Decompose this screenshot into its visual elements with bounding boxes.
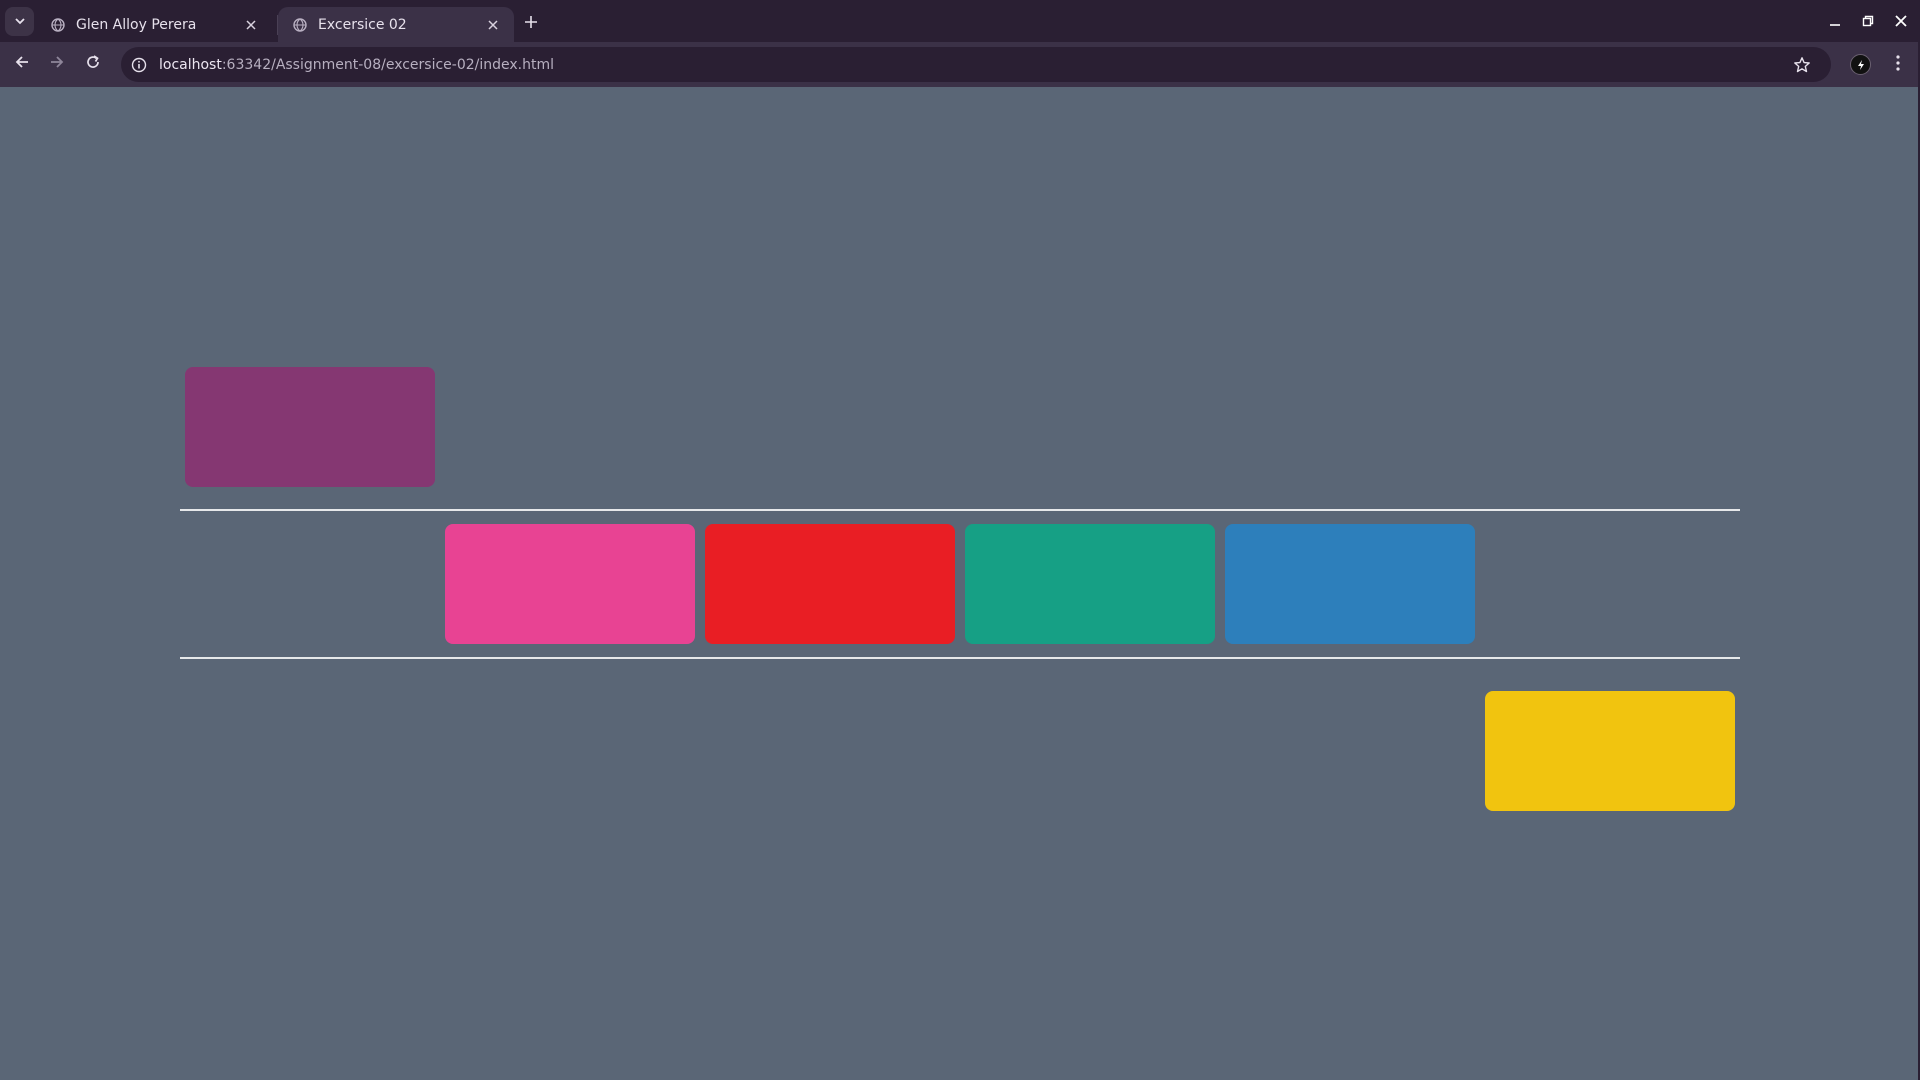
tab-glen-alloy-perera[interactable]: Glen Alloy Perera (36, 7, 272, 42)
tab-search-button[interactable] (5, 7, 34, 36)
blue-box (1225, 524, 1475, 644)
restore-button[interactable] (1853, 8, 1883, 34)
new-tab-button[interactable] (518, 10, 544, 36)
page-viewport (0, 87, 1920, 1080)
tab-strip: Glen Alloy Perera Excersice 02 (0, 0, 1920, 42)
yellow-box (1485, 691, 1735, 811)
reload-icon (85, 54, 101, 74)
kebab-menu-icon (1895, 54, 1900, 75)
red-box (705, 524, 955, 644)
minimize-icon (1829, 12, 1841, 31)
extension-button[interactable] (1845, 49, 1876, 80)
tab-excersice-02[interactable]: Excersice 02 (278, 7, 514, 42)
tab-title: Glen Alloy Perera (76, 16, 197, 33)
arrow-right-icon (49, 54, 65, 74)
purple-box (185, 367, 435, 487)
top-divider (180, 509, 1740, 511)
bottom-divider (180, 657, 1740, 659)
teal-box (965, 524, 1215, 644)
reload-button[interactable] (77, 48, 109, 80)
arrow-left-icon (14, 54, 30, 74)
close-icon[interactable] (242, 16, 260, 34)
chevron-down-icon (14, 12, 26, 31)
restore-icon (1862, 12, 1874, 31)
globe-icon (292, 17, 308, 33)
close-icon[interactable] (484, 16, 502, 34)
back-button[interactable] (6, 48, 38, 80)
url-path: :63342/Assignment-08/excersice-02/index.… (221, 56, 555, 73)
star-icon[interactable] (1791, 54, 1813, 76)
close-icon (1895, 12, 1907, 31)
plus-icon (524, 14, 538, 33)
browser-menu-button[interactable] (1882, 49, 1913, 80)
pink-box (445, 524, 695, 644)
tab-title: Excersice 02 (318, 16, 407, 33)
globe-icon (50, 17, 66, 33)
address-bar[interactable]: localhost:63342/Assignment-08/excersice-… (121, 47, 1831, 82)
browser-toolbar: localhost:63342/Assignment-08/excersice-… (0, 42, 1920, 87)
window-close-button[interactable] (1886, 8, 1916, 34)
extension-icon (1850, 54, 1871, 75)
minimize-button[interactable] (1820, 8, 1850, 34)
url-host: localhost (159, 56, 222, 73)
forward-button[interactable] (41, 48, 73, 80)
info-icon[interactable] (129, 55, 149, 75)
url-text: localhost:63342/Assignment-08/excersice-… (159, 57, 554, 73)
